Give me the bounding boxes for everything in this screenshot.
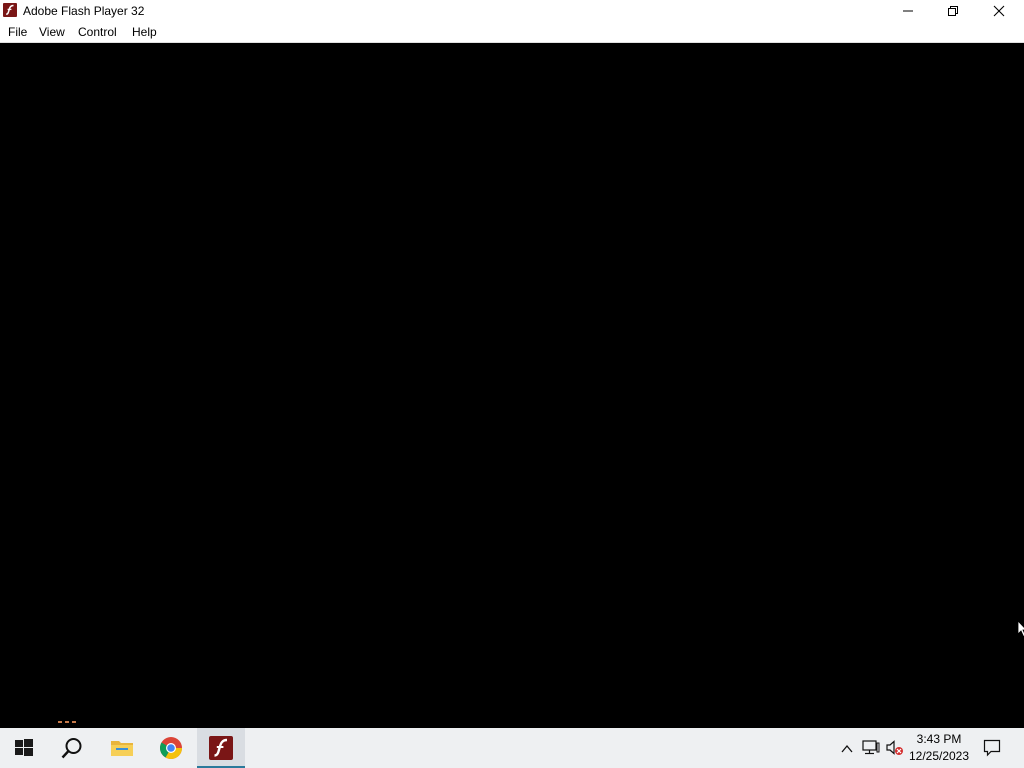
search-button[interactable] <box>48 728 96 768</box>
file-explorer-icon <box>111 741 133 756</box>
taskbar: 3:43 PM 12/25/2023 <box>0 728 1024 768</box>
tray-clock[interactable]: 3:43 PM 12/25/2023 <box>906 731 972 765</box>
title-bar[interactable]: Adobe Flash Player 32 <box>0 0 1024 22</box>
chevron-up-icon[interactable] <box>840 742 854 756</box>
minimize-button[interactable] <box>885 0 931 22</box>
menu-view[interactable]: View <box>39 25 65 39</box>
taskbar-file-explorer[interactable] <box>98 728 146 768</box>
windows-start-icon <box>15 739 33 756</box>
notification-icon[interactable] <box>983 739 1001 757</box>
search-icon <box>61 738 82 759</box>
taskbar-chrome[interactable] <box>147 728 195 768</box>
loading-indicator <box>58 721 78 724</box>
close-button[interactable] <box>976 0 1022 22</box>
flash-player-icon <box>3 3 17 17</box>
minimize-icon <box>903 10 913 12</box>
restore-button[interactable] <box>930 0 976 22</box>
network-icon[interactable] <box>862 740 880 756</box>
menu-file[interactable]: File <box>8 25 27 39</box>
volume-muted-icon[interactable] <box>886 740 904 756</box>
flash-player-icon <box>209 736 233 760</box>
chrome-icon <box>160 737 182 759</box>
close-icon <box>993 5 1005 17</box>
menu-help[interactable]: Help <box>132 25 157 39</box>
restore-icon <box>948 6 958 16</box>
menu-bar: File View Control Help <box>0 22 1024 43</box>
flash-player-window: Adobe Flash Player 32 File View Control … <box>0 0 1024 728</box>
flash-stage[interactable] <box>0 43 1024 728</box>
mouse-cursor <box>1017 620 1024 638</box>
start-button[interactable] <box>0 728 48 768</box>
clock-time: 3:43 PM <box>916 732 962 746</box>
window-title: Adobe Flash Player 32 <box>23 4 145 18</box>
clock-date: 12/25/2023 <box>908 749 970 763</box>
menu-control[interactable]: Control <box>78 25 117 39</box>
taskbar-flash-player[interactable] <box>197 728 245 768</box>
